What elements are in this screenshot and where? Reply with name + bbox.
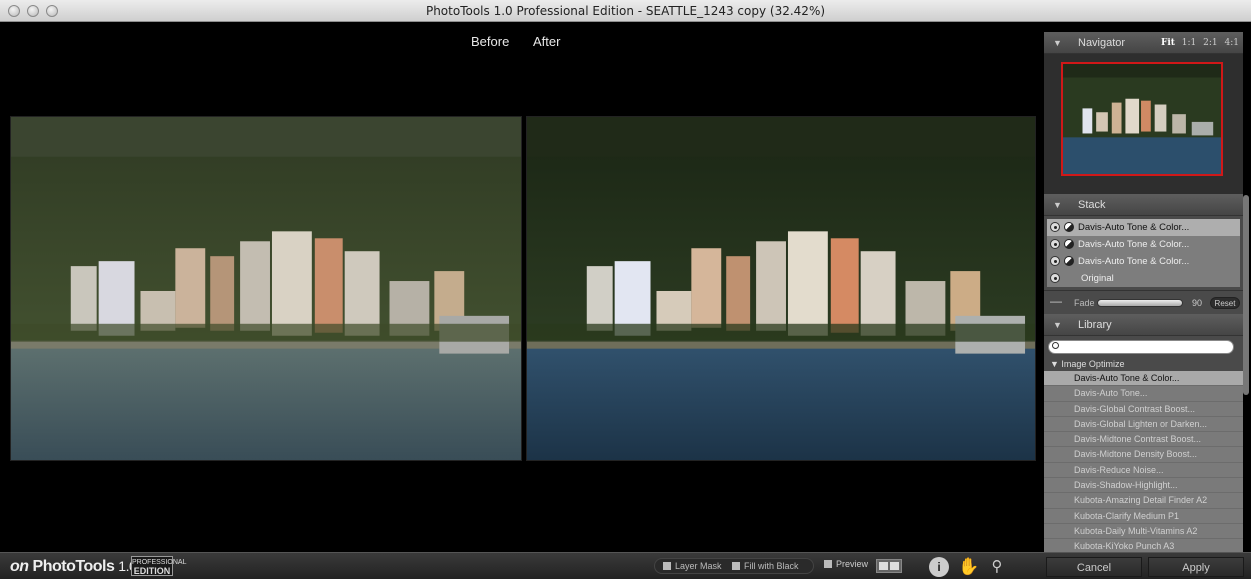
edition-badge: PROFESSIONAL EDITION (131, 556, 186, 576)
brand-logo: on PhotoTools 1.0 (10, 558, 137, 576)
library-list: Davis-Auto Tone & Color... Davis-Auto Ton… (1044, 371, 1243, 555)
zoom-2-1-button[interactable]: 2:1 (1203, 38, 1217, 48)
search-icon (1052, 342, 1059, 349)
eye-icon[interactable] (1050, 239, 1060, 249)
library-search (1044, 336, 1243, 358)
library-item[interactable]: Kubota-Amazing Detail Finder A2 (1044, 493, 1243, 509)
before-photo-graphic (11, 117, 521, 460)
library-item[interactable]: Kubota-Daily Multi-Vitamins A2 (1044, 523, 1243, 540)
after-photo-graphic (527, 117, 1035, 460)
info-icon[interactable]: i (929, 557, 949, 577)
stack-item[interactable]: Davis-Auto Tone & Color... (1047, 219, 1240, 236)
reset-button[interactable]: Reset (1210, 297, 1240, 309)
brand-name: PhotoTools (32, 558, 115, 575)
zoom-1-1-button[interactable]: 1:1 (1182, 38, 1196, 48)
fade-row: — Fade 90 Reset (1044, 290, 1243, 314)
stack-header[interactable]: ▼ Stack (1044, 194, 1243, 216)
library-item[interactable]: Davis-Midtone Density Boost... (1044, 447, 1243, 463)
fill-black-label[interactable]: Fill with Black (744, 561, 799, 571)
layer-mask-icon[interactable] (663, 562, 671, 570)
navigator-view (1044, 54, 1243, 194)
hand-tool-icon[interactable]: ✋ (958, 557, 979, 577)
collapse-triangle-icon[interactable]: ▼ (1053, 200, 1062, 210)
library-item[interactable]: Kubota-Clarify Medium P1 (1044, 508, 1243, 524)
bottom-bar: on PhotoTools 1.0 PROFESSIONAL EDITION La… (0, 552, 1251, 579)
navigator-thumbnail[interactable] (1061, 62, 1223, 176)
stack-item[interactable]: Davis-Auto Tone & Color... (1047, 253, 1240, 270)
stack-item-label: Original (1081, 273, 1114, 284)
library-item[interactable]: Davis-Global Contrast Boost... (1044, 401, 1243, 417)
edition-bottom: EDITION (133, 566, 171, 576)
apply-button[interactable]: Apply (1148, 557, 1244, 577)
library-item[interactable]: Davis-Shadow-Highlight... (1044, 478, 1243, 494)
search-input[interactable] (1048, 340, 1234, 354)
after-label[interactable]: After (533, 34, 560, 49)
window-title: PhotoTools 1.0 Professional Edition - SE… (425, 4, 826, 18)
edition-top: PROFESSIONAL (132, 559, 187, 566)
stack-list: Davis-Auto Tone & Color... Davis-Auto To… (1044, 216, 1243, 287)
fill-black-icon[interactable] (732, 562, 741, 570)
navigator-header[interactable]: ▼ Navigator Fit 1:1 2:1 4:1 (1044, 32, 1243, 54)
zoom-fit-button[interactable]: Fit (1161, 38, 1175, 48)
before-label[interactable]: Before (471, 34, 509, 49)
remove-layer-icon[interactable]: — (1050, 294, 1062, 308)
fade-slider[interactable] (1097, 299, 1183, 307)
cancel-button[interactable]: Cancel (1046, 557, 1142, 577)
fade-label: Fade (1074, 298, 1095, 308)
zoom-options: Fit 1:1 2:1 4:1 (1157, 38, 1239, 48)
library-title: Library (1078, 319, 1112, 331)
library-item[interactable]: Davis-Global Lighten or Darken... (1044, 416, 1243, 433)
right-panel: ▼ Navigator Fit 1:1 2:1 4:1 ▼ Stack Davi… (1044, 32, 1243, 555)
collapse-triangle-icon[interactable]: ▼ (1053, 38, 1062, 48)
title-bar: PhotoTools 1.0 Professional Edition - SE… (0, 0, 1251, 22)
split-view-button[interactable] (876, 559, 902, 573)
library-item[interactable]: Davis-Auto Tone... (1044, 386, 1243, 402)
preview-toggle[interactable]: Preview (824, 559, 868, 569)
eye-icon[interactable] (1050, 222, 1060, 232)
preview-checkbox[interactable] (824, 560, 832, 568)
after-image[interactable] (526, 116, 1036, 461)
library-item[interactable]: Davis-Reduce Noise... (1044, 462, 1243, 479)
stack-item-label: Davis-Auto Tone & Color... (1078, 256, 1190, 267)
zoom-tool-icon[interactable]: ⚲ (987, 557, 1007, 577)
category-label: Image Optimize (1061, 359, 1125, 369)
library-item[interactable]: Davis-Midtone Contrast Boost... (1044, 432, 1243, 448)
preview-area[interactable]: Before After (0, 22, 1040, 552)
preview-label: Preview (836, 559, 869, 569)
stack-item-label: Davis-Auto Tone & Color... (1078, 239, 1190, 250)
stack-item-original[interactable]: Original (1047, 270, 1240, 287)
effect-icon (1064, 256, 1074, 266)
layer-mask-label[interactable]: Layer Mask (675, 561, 722, 571)
panel-scrollbar[interactable] (1243, 195, 1249, 395)
stack-item-label: Davis-Auto Tone & Color... (1078, 222, 1190, 233)
library-item[interactable]: Davis-Auto Tone & Color... (1044, 371, 1243, 387)
before-image[interactable] (10, 116, 522, 461)
zoom-4-1-button[interactable]: 4:1 (1225, 38, 1239, 48)
effect-icon (1064, 222, 1074, 232)
library-header[interactable]: ▼ Library (1044, 314, 1243, 336)
eye-icon[interactable] (1050, 273, 1060, 283)
stack-title: Stack (1078, 199, 1106, 211)
brand-on: on (10, 558, 29, 575)
category-image-optimize[interactable]: ▼ Image Optimize (1044, 358, 1243, 371)
navigator-title: Navigator (1078, 37, 1126, 49)
mask-options: Layer Mask Fill with Black (654, 558, 814, 574)
collapse-triangle-icon[interactable]: ▼ (1053, 320, 1062, 330)
eye-icon[interactable] (1050, 256, 1060, 266)
fade-value: 90 (1192, 298, 1203, 308)
effect-icon (1064, 239, 1074, 249)
stack-item[interactable]: Davis-Auto Tone & Color... (1047, 236, 1240, 253)
navigator-thumbnail-graphic (1063, 64, 1221, 174)
